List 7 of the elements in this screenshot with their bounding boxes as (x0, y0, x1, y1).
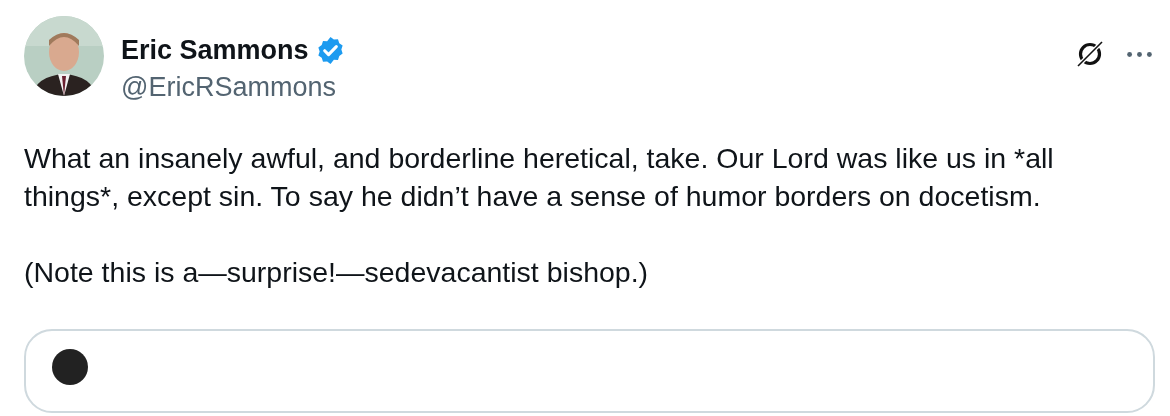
slashed-circle-icon[interactable] (1074, 38, 1106, 70)
avatar-icon (52, 349, 88, 385)
tweet-text: What an insanely awful, and borderline heretical, take. Our Lord was like us in *all things*, except sin. To say he didn’t have a sense of humor borders on docetism. (24, 141, 1055, 214)
tweet-text: (Note this is a—surprise!—sedevacantist bishop.) (24, 255, 650, 290)
more-icon[interactable] (1126, 49, 1153, 59)
author-name[interactable]: Eric Sammons (121, 33, 309, 67)
author-handle[interactable]: @EricRSammons (121, 70, 346, 104)
